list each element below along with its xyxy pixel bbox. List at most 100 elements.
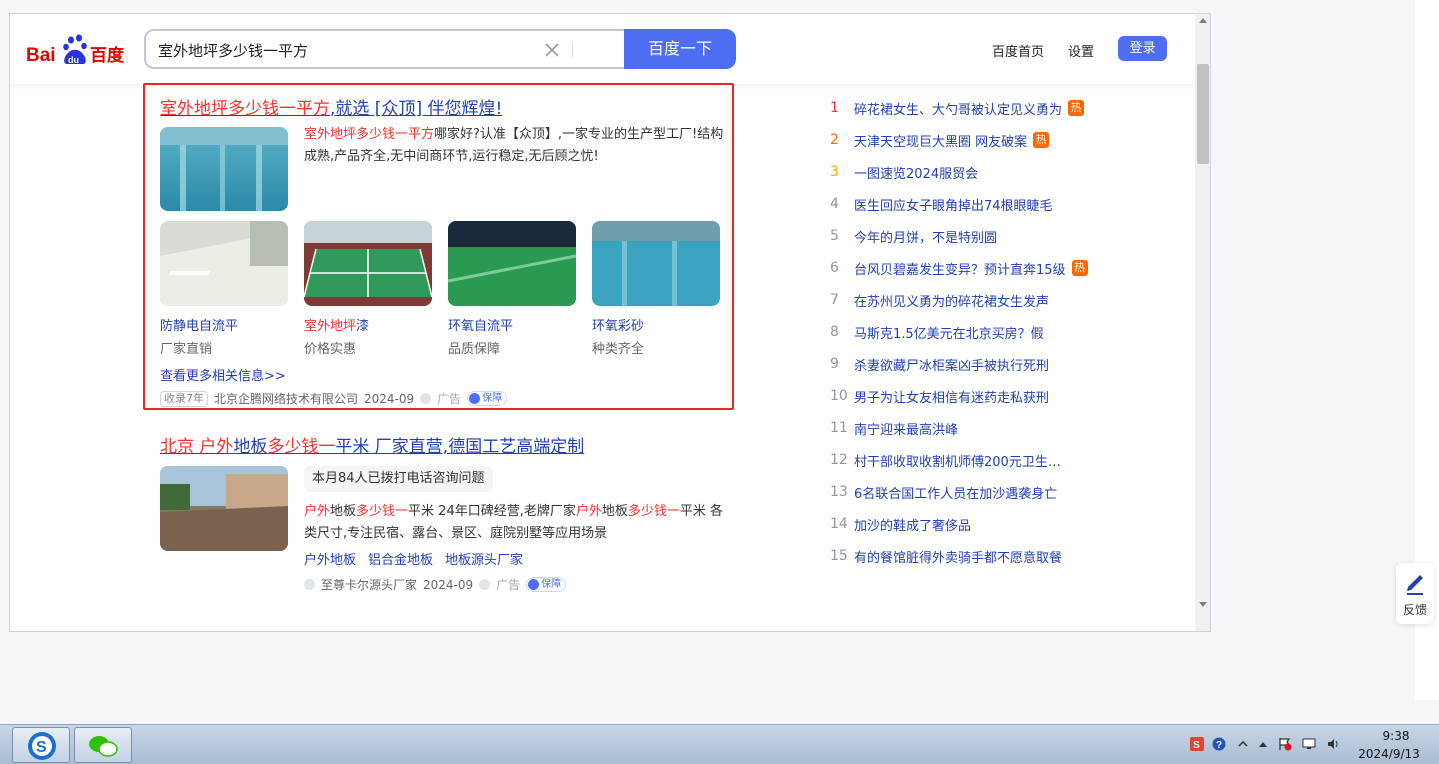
tag-link-2[interactable]: 铝合金地板 <box>368 549 433 568</box>
desc-text: 地板 <box>330 504 357 519</box>
subitem-title-4[interactable]: 环氧彩砂 <box>592 315 644 334</box>
volume-icon[interactable] <box>1326 737 1340 751</box>
guarantee-badge[interactable]: 保障 <box>526 577 567 592</box>
hot-text: 加沙的鞋成了奢侈品 <box>854 518 972 534</box>
settings-link[interactable]: 设置 <box>1068 41 1094 60</box>
tray-expand-icon[interactable] <box>1236 737 1250 751</box>
guarantee-label: 保障 <box>482 393 503 404</box>
advertiser-name[interactable]: 北京企腾网络技术有限公司 <box>214 390 358 407</box>
home-link[interactable]: 百度首页 <box>992 41 1044 60</box>
tag-link-1[interactable]: 户外地板 <box>304 549 356 568</box>
subitem-image-1[interactable] <box>160 221 288 306</box>
pen-icon <box>1407 575 1423 595</box>
svg-text:du: du <box>68 55 79 65</box>
tag-link-3[interactable]: 地板源头厂家 <box>445 549 523 568</box>
hot-item[interactable]: 2 天津天空现巨大黑圈 网友破案热 <box>830 130 1050 150</box>
login-button[interactable]: 登录 <box>1118 36 1167 61</box>
subitem-note-2: 价格实惠 <box>304 342 357 357</box>
help-icon[interactable]: ? <box>1212 737 1226 751</box>
ad1-title[interactable]: 室外地坪多少钱一平方,就选 [众顶] 伴您辉煌! <box>160 94 502 119</box>
hot-text: 男子为让女友相信有迷药走私获刑 <box>854 390 1050 406</box>
hot-text: 一图速览2024服贸会 <box>854 166 979 182</box>
svg-text:S: S <box>36 739 47 756</box>
hot-item[interactable]: 3 一图速览2024服贸会 <box>830 162 978 182</box>
ad1-meta: 收录7年 北京企腾网络技术有限公司 2024-09 广告 保障 <box>160 390 508 407</box>
hot-item[interactable]: 12 村干部收取收割机师傅200元卫生… <box>830 450 1061 470</box>
hot-text: 杀妻欲藏尸冰柜案凶手被执行死刑 <box>854 358 1050 374</box>
info-dot-icon[interactable] <box>479 579 491 590</box>
hot-item[interactable]: 6 台风贝碧嘉发生变异？预计直奔15级热 <box>830 258 1088 278</box>
hot-item[interactable]: 11 南宁迎来最高洪峰 <box>830 418 958 438</box>
tag-keyword: 户外 <box>304 553 331 568</box>
advertiser-name[interactable]: 至尊卡尔源头厂家 <box>321 576 417 593</box>
hot-item[interactable]: 4 医生回应女子眼角掉出74根眼睫毛 <box>830 194 1053 214</box>
clear-icon[interactable] <box>542 40 562 60</box>
feedback-button[interactable]: 反馈 <box>1396 563 1434 624</box>
search-button[interactable]: 百度一下 <box>624 29 736 69</box>
hot-rank: 11 <box>830 420 848 436</box>
subitem-image-2[interactable] <box>304 221 432 306</box>
title-keyword: 户外 <box>199 437 234 457</box>
desc-keyword: 多少钱一 <box>627 504 680 519</box>
hot-item[interactable]: 10 男子为让女友相信有迷药走私获刑 <box>830 386 1049 406</box>
guarantee-label: 保障 <box>541 579 562 590</box>
taskbar: S S ? 9:38 2024/9/13 <box>0 724 1439 764</box>
ad2-tag-links: 户外地板 铝合金地板 地板源头厂家 <box>304 549 523 568</box>
search-input[interactable] <box>158 39 518 61</box>
logo-text: 百度 <box>90 45 125 66</box>
hot-rank: 7 <box>830 292 839 308</box>
hot-item[interactable]: 7 在苏州见义勇为的碎花裙女生发声 <box>830 290 1049 310</box>
hot-item[interactable]: 1 碎花裙女生、大勺哥被认定见义勇为热 <box>830 98 1085 118</box>
desc-keyword: 室外地坪多少钱一平方 <box>304 127 435 142</box>
hot-badge: 热 <box>1033 132 1050 148</box>
ad1-main-image[interactable] <box>160 127 288 211</box>
hot-text: 6名联合国工作人员在加沙遇袭身亡 <box>854 486 1058 502</box>
scroll-up-arrow[interactable] <box>1199 18 1207 23</box>
hot-rank: 5 <box>830 228 839 244</box>
shield-check-icon <box>528 579 540 590</box>
hot-rank: 3 <box>830 164 839 180</box>
hot-rank: 8 <box>830 324 839 340</box>
subitem-title-2[interactable]: 室外地坪漆 <box>304 315 369 334</box>
guarantee-badge[interactable]: 保障 <box>467 391 508 406</box>
baidu-logo[interactable]: Bai du 百度 <box>26 34 130 68</box>
scroll-down-arrow[interactable] <box>1199 602 1207 607</box>
hot-item[interactable]: 14 加沙的鞋成了奢侈品 <box>830 514 971 534</box>
network-icon[interactable] <box>1302 737 1316 751</box>
hot-item[interactable]: 5 今年的月饼，不是特别圆 <box>830 226 997 246</box>
hot-item[interactable]: 9 杀妻欲藏尸冰柜案凶手被执行死刑 <box>830 354 1049 374</box>
desc-keyword: 户外 <box>575 504 602 519</box>
more-info-link[interactable]: 查看更多相关信息>> <box>160 365 286 384</box>
hot-item[interactable]: 13 6名联合国工作人员在加沙遇袭身亡 <box>830 482 1057 502</box>
browser-app-icon: S <box>28 732 56 760</box>
title-part: 平米 厂家直营,德国工艺高端定制 <box>335 437 585 457</box>
clock-time[interactable]: 9:38 <box>1366 729 1426 743</box>
hot-text: 有的餐馆脏得外卖骑手都不愿意取餐 <box>854 550 1063 566</box>
ad2-title[interactable]: 北京 户外地板多少钱一平米 厂家直营,德国工艺高端定制 <box>160 432 584 457</box>
subitem-image-3[interactable] <box>448 221 576 306</box>
action-center-flag-icon[interactable] <box>1278 737 1292 751</box>
subitem-image-4[interactable] <box>592 221 720 306</box>
subitem-title-1[interactable]: 防静电自流平 <box>160 315 238 334</box>
info-dot-icon[interactable] <box>420 393 432 404</box>
sogou-browser-task[interactable]: S <box>12 727 70 763</box>
hot-item[interactable]: 8 马斯克1.5亿美元在北京买房？假 <box>830 322 1044 342</box>
show-hidden-icons[interactable] <box>1256 737 1270 751</box>
sogou-ime-icon[interactable]: S <box>1190 737 1204 751</box>
ad-label: 广告 <box>437 392 462 406</box>
ad-date: 2024-09 <box>364 391 415 406</box>
subitem-note-4: 种类齐全 <box>592 342 645 357</box>
hot-text: 台风贝碧嘉发生变异？预计直奔15级 <box>854 262 1066 278</box>
title-rest: ,就选 [众顶] 伴您辉煌! <box>330 99 503 119</box>
scroll-thumb[interactable] <box>1197 64 1209 164</box>
ad2-meta: 至尊卡尔源头厂家 2024-09 广告 保障 <box>304 576 567 593</box>
ad-label: 广告 <box>496 578 521 592</box>
wechat-task[interactable] <box>74 727 132 763</box>
advertiser-logo-icon <box>304 579 315 590</box>
ad-date: 2024-09 <box>423 577 474 592</box>
clock-date[interactable]: 2024/9/13 <box>1352 747 1426 761</box>
ad2-main-image[interactable] <box>160 466 288 551</box>
subitem-title-3[interactable]: 环氧自流平 <box>448 315 513 334</box>
hot-item[interactable]: 15 有的餐馆脏得外卖骑手都不愿意取餐 <box>830 546 1062 566</box>
scrollbar[interactable] <box>1195 14 1210 631</box>
